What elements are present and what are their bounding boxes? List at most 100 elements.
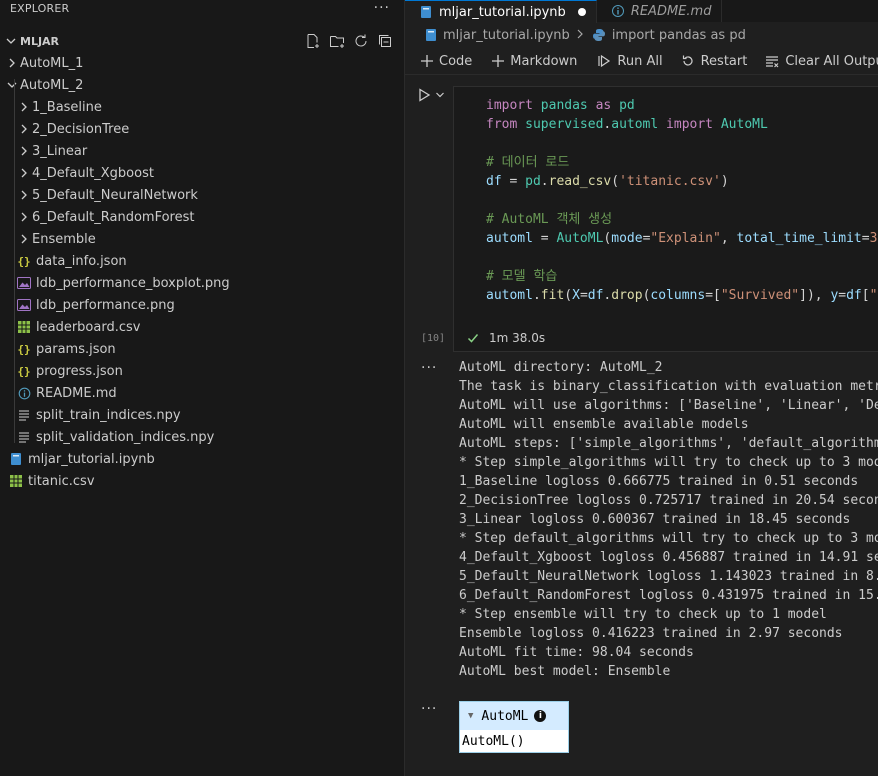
run-cell-icon[interactable] xyxy=(417,88,431,102)
breadcrumb-cell[interactable]: import pandas as pd xyxy=(612,28,746,43)
cell-output[interactable]: AutoML directory: AutoML_2 The task is b… xyxy=(459,358,878,681)
explorer-sidebar: EXPLORER ··· MLJAR AutoML_1 AutoML_2 1_Bas… xyxy=(0,0,405,776)
code-line-4: df = pd.read_csv('titanic.csv') xyxy=(486,174,729,189)
breadcrumb-file[interactable]: mljar_tutorial.ipynb xyxy=(443,28,570,43)
tab-label: README.md xyxy=(630,3,712,19)
tree-file[interactable]: {} data_info.json xyxy=(0,250,404,272)
output-line: 1_Baseline logloss 0.666775 trained in 0… xyxy=(459,474,859,489)
check-icon xyxy=(467,332,479,344)
code-line-8: automl.fit(X=df.drop(columns=["Survived"… xyxy=(486,288,878,303)
tree-item-label: 3_Linear xyxy=(32,143,88,159)
tree-file[interactable]: ldb_performance.png xyxy=(0,294,404,316)
tree-item-label: data_info.json xyxy=(36,253,127,269)
restart-button[interactable]: Restart xyxy=(675,54,754,69)
output-line: AutoML best model: Ensemble xyxy=(459,664,671,679)
chevron-down-icon xyxy=(6,36,20,46)
code-text[interactable]: import pandas as pd from supervised.auto… xyxy=(486,96,878,305)
tree-item-label: 5_Default_NeuralNetwork xyxy=(32,187,198,203)
tree-item-label: progress.json xyxy=(36,363,123,379)
add-markdown-cell-button[interactable]: Markdown xyxy=(486,54,583,69)
restart-label: Restart xyxy=(700,53,748,69)
code-cell-editor[interactable]: import pandas as pd from supervised.auto… xyxy=(453,86,878,352)
notebook-file-icon xyxy=(425,28,437,42)
widget-title: AutoML xyxy=(481,708,529,724)
image-file-icon xyxy=(16,275,32,291)
workspace-section-header[interactable]: MLJAR xyxy=(0,30,404,52)
notebook-file-icon xyxy=(8,451,24,467)
tree-item-label: 2_DecisionTree xyxy=(32,121,130,137)
chevron-right-icon xyxy=(16,187,32,203)
add-code-label: Code xyxy=(439,53,473,69)
breadcrumb: mljar_tutorial.ipynb import pandas as pd xyxy=(405,22,878,48)
clear-all-icon xyxy=(765,54,779,68)
tree-item-label: params.json xyxy=(36,341,116,357)
chevron-right-icon xyxy=(16,143,32,159)
tree-file[interactable]: {} progress.json xyxy=(0,360,404,382)
tree-folder[interactable]: 6_Default_RandomForest xyxy=(0,206,404,228)
widget-repr: AutoML() xyxy=(462,733,525,749)
tree-file[interactable]: mljar_tutorial.ipynb xyxy=(0,448,404,470)
tree-folder[interactable]: 1_Baseline xyxy=(0,96,404,118)
tree-folder[interactable]: 4_Default_Xgboost xyxy=(0,162,404,184)
info-icon[interactable]: i xyxy=(534,710,547,722)
run-all-icon xyxy=(597,54,611,68)
collapse-all-icon[interactable] xyxy=(376,32,394,50)
json-file-icon: {} xyxy=(17,254,31,268)
tree-file[interactable]: leaderboard.csv xyxy=(0,316,404,338)
tree-file[interactable]: ldb_performance_boxplot.png xyxy=(0,272,404,294)
widget-header[interactable]: ▼ AutoML i xyxy=(460,702,568,730)
new-file-icon[interactable] xyxy=(304,32,322,50)
clear-all-outputs-button[interactable]: Clear All Outputs xyxy=(759,54,878,69)
file-tree: AutoML_1 AutoML_2 1_Baseline 2_DecisionTree… xyxy=(0,52,404,492)
tree-item-label: 4_Default_Xgboost xyxy=(32,165,154,181)
tab-readme[interactable]: README.md xyxy=(597,0,723,22)
tree-folder[interactable]: 2_DecisionTree xyxy=(0,118,404,140)
tree-item-label: AutoML_2 xyxy=(20,77,84,93)
output-line: The task is binary_classification with e… xyxy=(459,379,878,394)
output-more-actions-icon[interactable]: ··· xyxy=(421,701,437,717)
output-line: AutoML directory: AutoML_2 xyxy=(459,360,663,375)
chevron-right-icon xyxy=(16,209,32,225)
run-options-chevron-down-icon[interactable] xyxy=(435,90,445,100)
tree-item-label: AutoML_1 xyxy=(20,55,84,71)
run-all-button[interactable]: Run All xyxy=(591,54,668,69)
tree-folder[interactable]: 5_Default_NeuralNetwork xyxy=(0,184,404,206)
tree-item-label: 6_Default_RandomForest xyxy=(32,209,195,225)
notebook-toolbar: Code Markdown Run All Restart Clear All … xyxy=(405,48,878,75)
chevron-down-icon xyxy=(4,77,20,93)
add-code-cell-button[interactable]: Code xyxy=(415,54,478,69)
tree-file[interactable]: titanic.csv xyxy=(0,470,404,492)
tree-folder[interactable]: AutoML_2 xyxy=(0,74,404,96)
tree-folder[interactable]: AutoML_1 xyxy=(0,52,404,74)
explorer-header: EXPLORER ··· xyxy=(0,0,404,16)
tree-item-label: README.md xyxy=(36,385,117,401)
plus-icon xyxy=(492,55,505,67)
tab-mljar-tutorial[interactable]: mljar_tutorial.ipynb xyxy=(405,0,597,23)
output-line: AutoML will use algorithms: ['Baseline',… xyxy=(459,398,878,413)
output-line: 4_Default_Xgboost logloss 0.456887 train… xyxy=(459,550,878,565)
tree-file[interactable]: split_validation_indices.npy xyxy=(0,426,404,448)
tree-file[interactable]: {} params.json xyxy=(0,338,404,360)
workspace-name: MLJAR xyxy=(20,34,60,48)
output-more-actions-icon[interactable]: ··· xyxy=(421,360,437,376)
json-file-icon: {} xyxy=(17,342,31,356)
tree-folder[interactable]: 3_Linear xyxy=(0,140,404,162)
image-file-icon xyxy=(16,297,32,313)
clear-all-outputs-label: Clear All Outputs xyxy=(785,53,878,69)
output-line: 5_Default_NeuralNetwork logloss 1.143023… xyxy=(459,569,878,584)
tree-item-label: mljar_tutorial.ipynb xyxy=(28,451,155,467)
execution-count: [10] xyxy=(421,333,446,344)
refresh-icon[interactable] xyxy=(352,32,370,50)
tree-item-label: Ensemble xyxy=(32,231,96,247)
explorer-more-actions-icon[interactable]: ··· xyxy=(374,0,390,16)
output-line: * Step default_algorithms will try to ch… xyxy=(459,531,878,546)
chevron-right-icon xyxy=(16,231,32,247)
tree-file[interactable]: README.md xyxy=(0,382,404,404)
code-comment-3: # 모델 학습 xyxy=(486,269,558,284)
tree-indent-guide xyxy=(14,79,15,443)
tree-file[interactable]: split_train_indices.npy xyxy=(0,404,404,426)
new-folder-icon[interactable] xyxy=(328,32,346,50)
automl-repr-widget[interactable]: ▼ AutoML i AutoML() xyxy=(459,701,569,753)
tree-folder[interactable]: Ensemble xyxy=(0,228,404,250)
unsaved-changes-dot-icon[interactable] xyxy=(577,8,586,16)
